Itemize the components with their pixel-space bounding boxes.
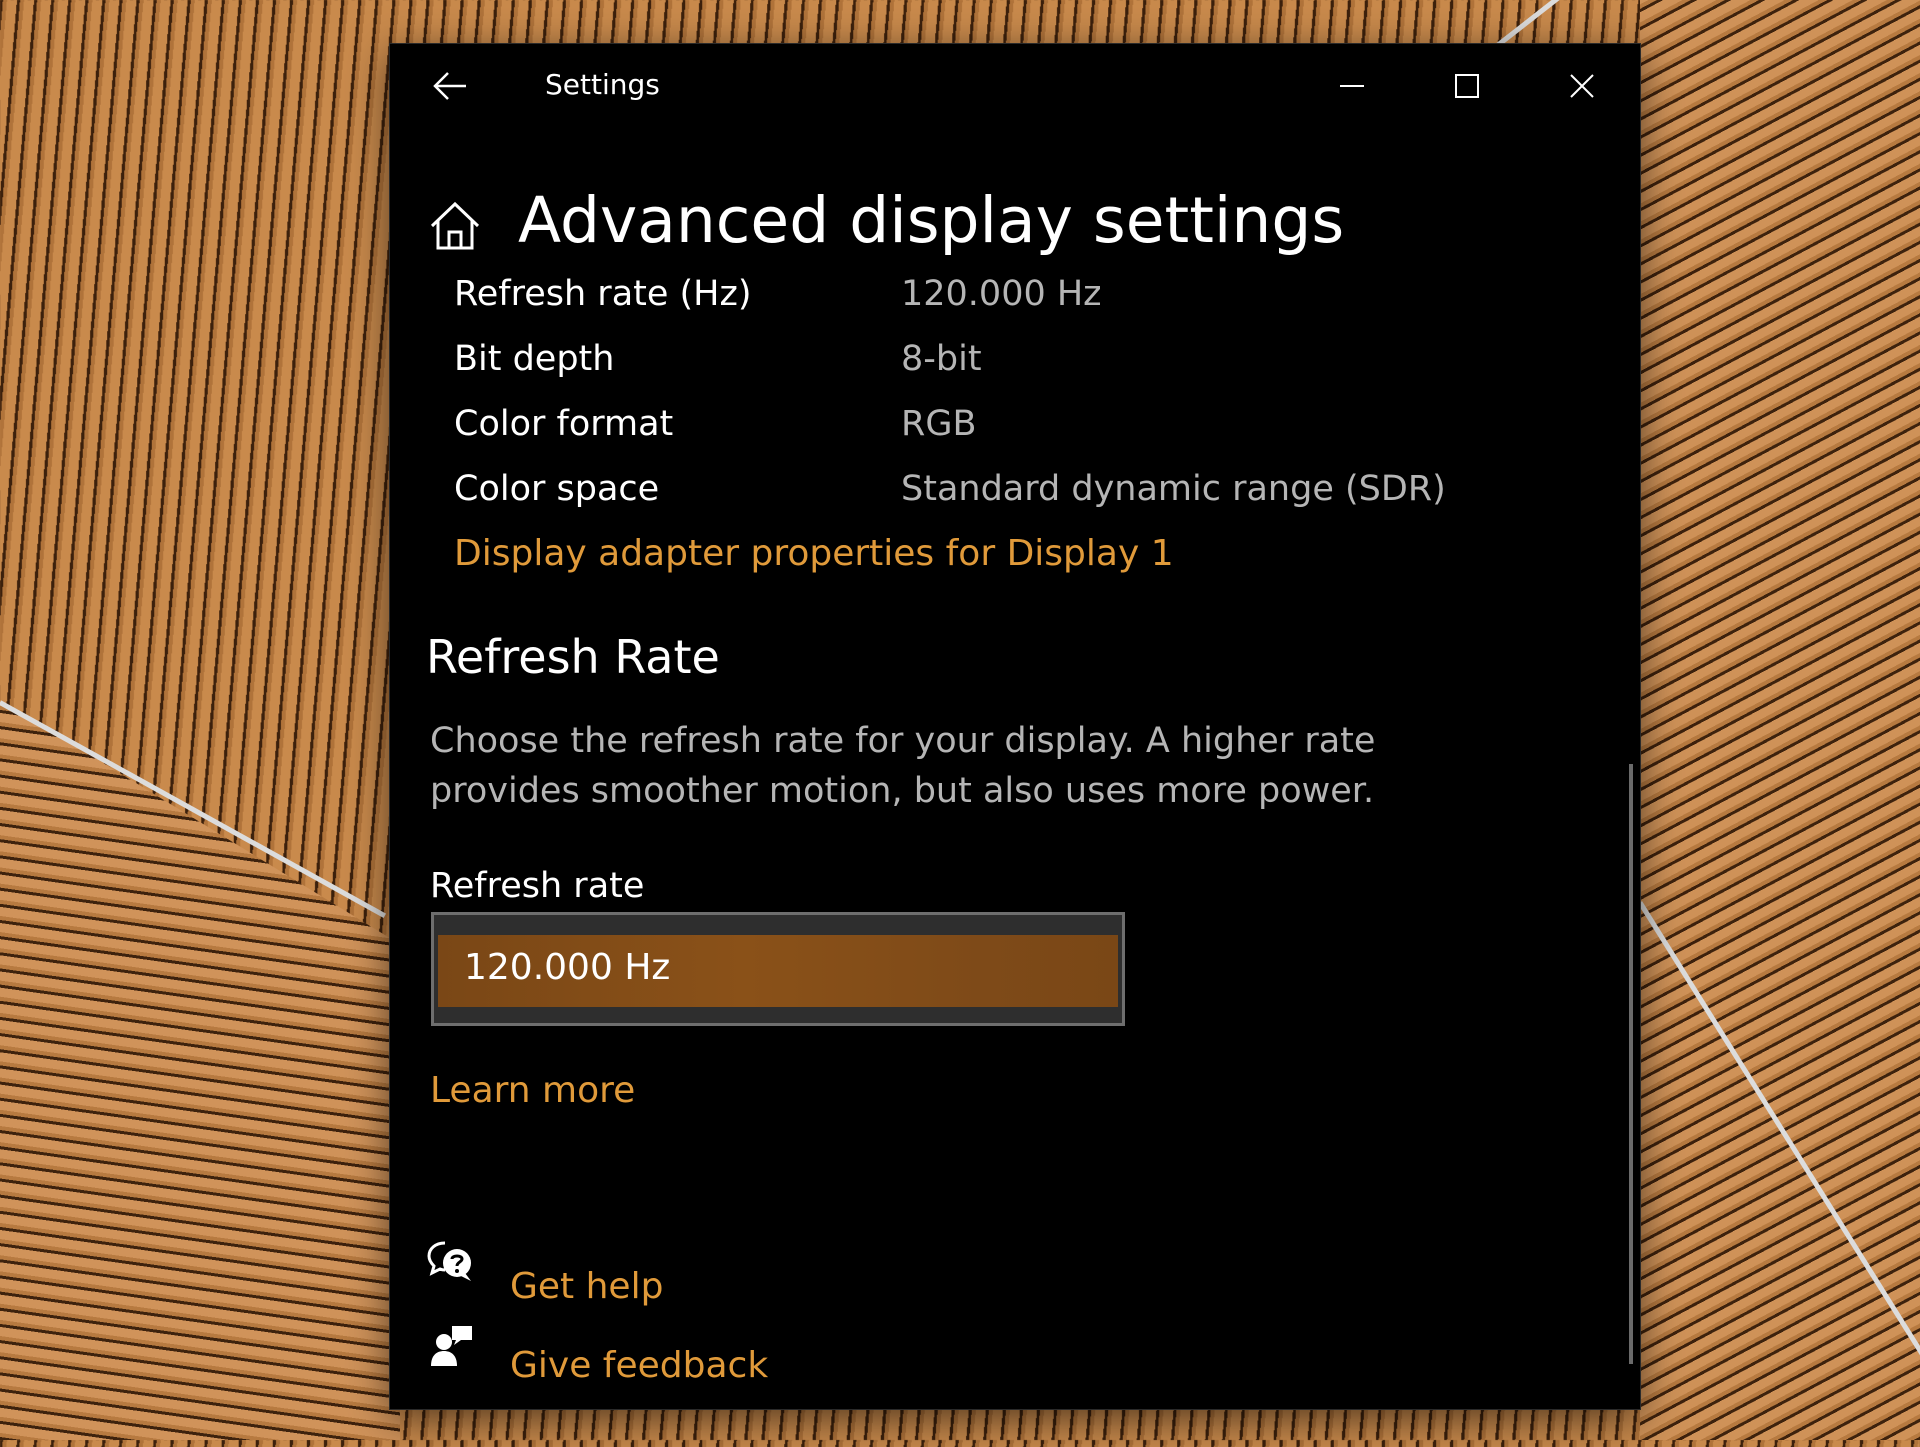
home-button[interactable] xyxy=(428,200,482,252)
back-button[interactable] xyxy=(430,68,470,104)
help-chat-icon xyxy=(427,1239,475,1283)
row-label-bit-depth: Bit depth xyxy=(454,339,615,379)
desktop-wallpaper-panel-right xyxy=(1640,0,1920,1440)
display-info-row: Color format RGB xyxy=(454,404,1554,454)
window-title: Settings xyxy=(545,68,660,101)
refresh-rate-field-label: Refresh rate xyxy=(430,866,645,906)
page-title: Advanced display settings xyxy=(518,184,1345,257)
row-label-refresh-rate: Refresh rate (Hz) xyxy=(454,274,752,314)
close-icon xyxy=(1570,74,1594,98)
row-value-color-space: Standard dynamic range (SDR) xyxy=(901,469,1446,509)
row-label-color-space: Color space xyxy=(454,469,660,509)
vertical-scrollbar[interactable] xyxy=(1629,764,1633,1364)
maximize-icon xyxy=(1455,74,1479,98)
dropdown-selected-value: 120.000 Hz xyxy=(464,947,671,988)
display-info-row: Bit depth 8-bit xyxy=(454,339,1554,389)
row-label-color-format: Color format xyxy=(454,404,674,444)
arrow-left-icon xyxy=(433,72,466,100)
maximize-button[interactable] xyxy=(1447,66,1487,106)
minimize-icon xyxy=(1340,85,1364,87)
row-value-bit-depth: 8-bit xyxy=(901,339,982,379)
dropdown-selected-item[interactable]: 120.000 Hz xyxy=(438,935,1118,1007)
feedback-person-icon xyxy=(430,1324,474,1368)
get-help-link[interactable]: Get help xyxy=(510,1266,663,1307)
minimize-button[interactable] xyxy=(1332,66,1372,106)
display-info-row: Refresh rate (Hz) 120.000 Hz xyxy=(454,274,1554,324)
learn-more-link[interactable]: Learn more xyxy=(430,1070,635,1111)
give-feedback-link[interactable]: Give feedback xyxy=(510,1345,768,1386)
settings-window: Settings Advanced display settings Refre… xyxy=(390,44,1640,1409)
title-bar: Settings xyxy=(390,44,1640,128)
display-info-row: Color space Standard dynamic range (SDR) xyxy=(454,469,1554,519)
close-button[interactable] xyxy=(1562,66,1602,106)
home-icon xyxy=(430,201,480,250)
display-adapter-properties-link[interactable]: Display adapter properties for Display 1 xyxy=(454,533,1174,574)
refresh-rate-dropdown[interactable]: 120.000 Hz xyxy=(431,912,1125,1026)
refresh-rate-description: Choose the refresh rate for your display… xyxy=(430,721,1376,811)
refresh-rate-section-title: Refresh Rate xyxy=(426,630,720,684)
row-value-refresh-rate: 120.000 Hz xyxy=(901,274,1102,314)
row-value-color-format: RGB xyxy=(901,404,977,444)
